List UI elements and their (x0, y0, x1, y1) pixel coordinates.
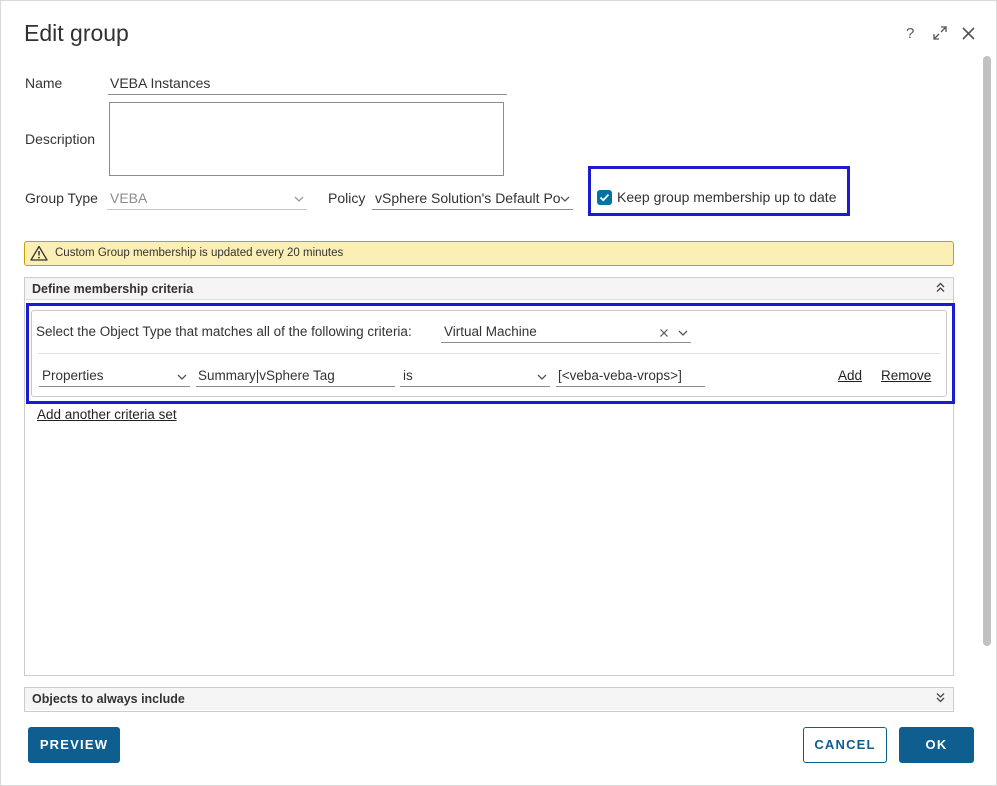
name-input[interactable]: VEBA Instances (108, 75, 507, 95)
group-type-select: VEBA (107, 190, 307, 210)
preview-button[interactable]: PREVIEW (28, 727, 120, 763)
check-icon (599, 193, 610, 202)
always-include-title: Objects to always include (32, 692, 185, 706)
membership-criteria-title: Define membership criteria (32, 282, 194, 296)
collapse-icon[interactable] (935, 282, 946, 296)
close-icon[interactable] (961, 26, 976, 46)
ok-button[interactable]: OK (899, 727, 974, 763)
keep-membership-label[interactable]: Keep group membership up to date (617, 189, 836, 205)
always-include-header[interactable]: Objects to always include (25, 688, 953, 710)
policy-value: vSphere Solution's Default Po (375, 190, 561, 206)
criteria-highlight (26, 303, 955, 404)
dialog-title: Edit group (24, 20, 129, 46)
description-textarea[interactable] (109, 102, 504, 176)
group-type-label: Group Type (25, 190, 98, 206)
policy-label: Policy (328, 190, 366, 206)
edit-group-dialog: Edit group ? Name VEBA Instances Descrip… (0, 0, 997, 786)
alert-text: Custom Group membership is updated every… (55, 247, 344, 259)
keep-membership-checkbox[interactable] (597, 190, 612, 205)
add-criteria-set-link[interactable]: Add another criteria set (37, 407, 177, 422)
expand-icon[interactable] (933, 26, 947, 45)
chevron-down-icon (294, 196, 304, 202)
help-icon[interactable]: ? (906, 25, 914, 42)
scrollbar[interactable] (983, 56, 991, 646)
chevron-down-icon (560, 196, 570, 202)
info-alert: Custom Group membership is updated every… (24, 241, 954, 266)
description-label: Description (25, 131, 96, 147)
group-type-value: VEBA (110, 190, 148, 206)
policy-select[interactable]: vSphere Solution's Default Po (372, 190, 573, 210)
membership-criteria-header[interactable]: Define membership criteria (25, 278, 953, 300)
cancel-button[interactable]: CANCEL (803, 727, 887, 763)
name-label: Name (25, 75, 63, 91)
warning-icon (30, 245, 48, 264)
always-include-section: Objects to always include (24, 687, 954, 712)
expand-section-icon[interactable] (935, 692, 946, 706)
